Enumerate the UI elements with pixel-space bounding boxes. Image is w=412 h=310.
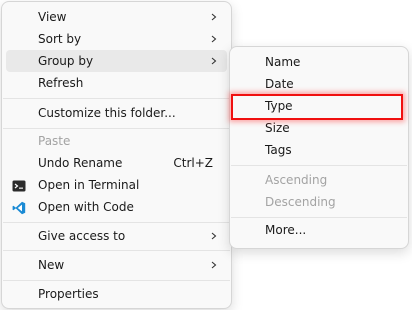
menu-separator <box>3 280 230 281</box>
menu-item-label: Sort by <box>38 32 82 46</box>
menu-item-label: Open in Terminal <box>38 178 140 192</box>
menu-separator <box>3 222 230 223</box>
menu-separator <box>3 128 230 129</box>
menu-item-sort-by[interactable]: Sort by <box>6 28 227 50</box>
chevron-right-icon <box>210 261 218 269</box>
submenu-item-label: Tags <box>265 143 292 157</box>
menu-item-label: New <box>38 258 65 272</box>
submenu-item-ascending: Ascending <box>234 169 404 191</box>
submenu-item-name[interactable]: Name <box>234 51 404 73</box>
menu-item-label: Properties <box>38 287 99 301</box>
menu-item-label: Customize this folder... <box>38 106 176 120</box>
menu-item-label: View <box>38 10 67 24</box>
submenu-item-date[interactable]: Date <box>234 73 404 95</box>
menu-item-customize-folder[interactable]: Customize this folder... <box>6 102 227 124</box>
menu-separator <box>231 165 407 166</box>
menu-item-open-in-terminal[interactable]: Open in Terminal <box>6 174 227 196</box>
submenu-item-more[interactable]: More... <box>234 219 404 241</box>
menu-separator <box>3 250 230 251</box>
menu-item-label: Refresh <box>38 76 84 90</box>
submenu-item-label: More... <box>265 223 307 237</box>
terminal-icon <box>12 178 26 192</box>
submenu-item-size[interactable]: Size <box>234 117 404 139</box>
menu-item-give-access-to[interactable]: Give access to <box>6 225 227 247</box>
submenu-item-type[interactable]: Type <box>234 95 404 117</box>
menu-item-label: Undo Rename <box>38 156 123 170</box>
submenu-item-tags[interactable]: Tags <box>234 139 404 161</box>
chevron-right-icon <box>210 13 218 21</box>
menu-item-open-with-code[interactable]: Open with Code <box>6 196 227 218</box>
menu-item-paste: Paste <box>6 130 227 152</box>
vscode-icon <box>12 200 26 215</box>
menu-item-label: Group by <box>38 54 94 68</box>
submenu-item-label: Size <box>265 121 290 135</box>
menu-item-label: Open with Code <box>38 200 134 214</box>
submenu-item-descending: Descending <box>234 191 404 213</box>
group-by-submenu: Name Date Type Size Tags Ascending Desce… <box>229 46 409 249</box>
submenu-item-label: Ascending <box>265 173 328 187</box>
menu-item-refresh[interactable]: Refresh <box>6 72 227 94</box>
shortcut-text: Ctrl+Z <box>173 156 213 170</box>
menu-item-label: Give access to <box>38 229 126 243</box>
menu-separator <box>231 217 407 218</box>
chevron-right-icon <box>210 57 218 65</box>
submenu-item-label: Name <box>265 55 301 69</box>
menu-item-new[interactable]: New <box>6 254 227 276</box>
submenu-item-label: Descending <box>265 195 336 209</box>
submenu-item-label: Date <box>265 77 294 91</box>
submenu-item-label: Type <box>265 99 293 113</box>
menu-item-view[interactable]: View <box>6 6 227 28</box>
menu-item-group-by[interactable]: Group by <box>6 50 227 72</box>
chevron-right-icon <box>210 35 218 43</box>
menu-item-undo-rename[interactable]: Undo Rename Ctrl+Z <box>6 152 227 174</box>
chevron-right-icon <box>210 232 218 240</box>
desktop-context-menu-screenshot: View Sort by Group by Refresh Customize … <box>0 0 412 310</box>
menu-item-properties[interactable]: Properties <box>6 283 227 305</box>
context-menu: View Sort by Group by Refresh Customize … <box>1 1 232 309</box>
menu-item-label: Paste <box>38 134 71 148</box>
menu-separator <box>3 98 230 99</box>
